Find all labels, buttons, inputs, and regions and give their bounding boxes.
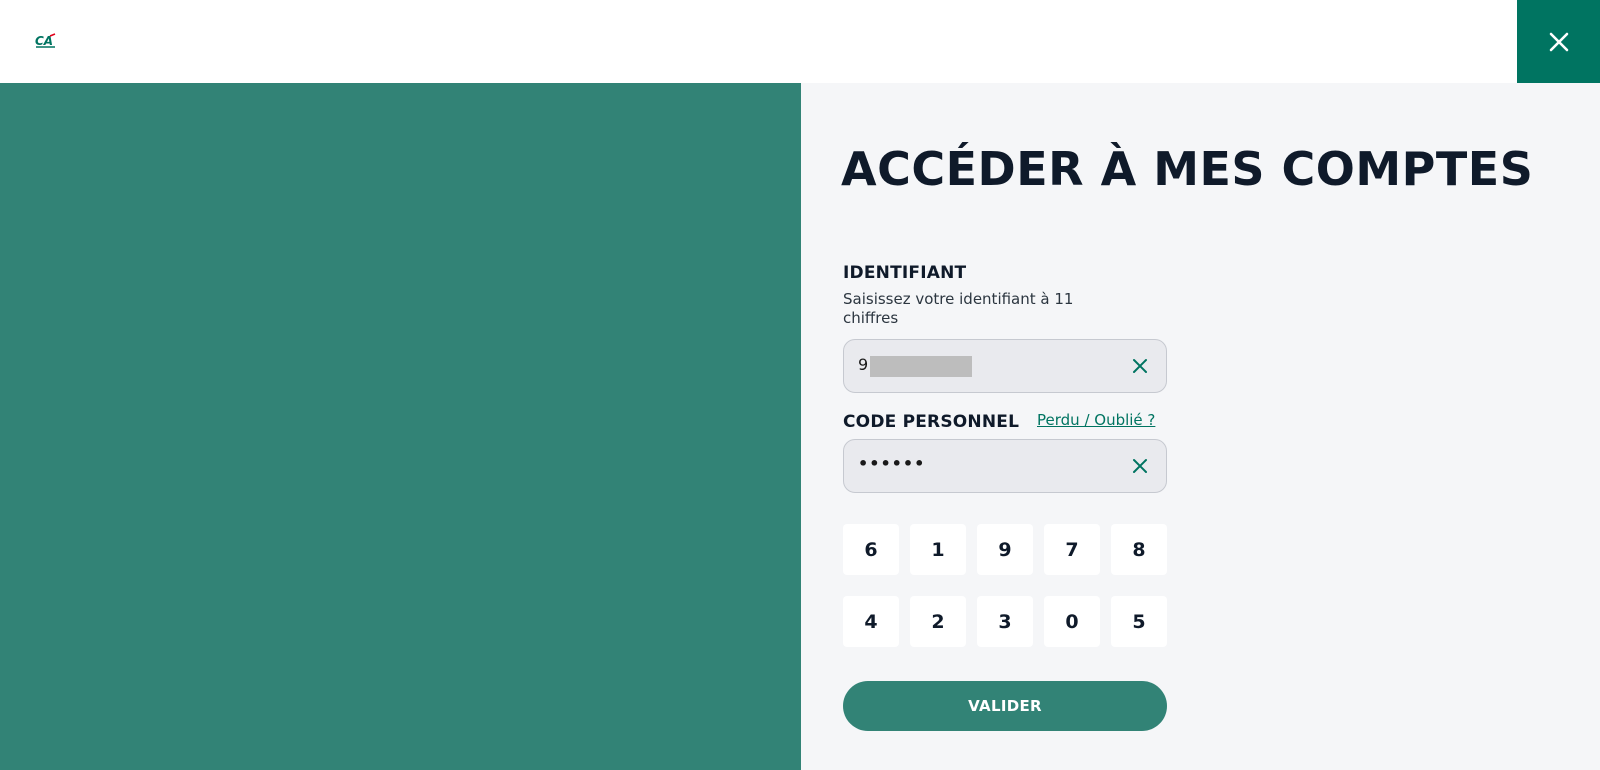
keypad-key[interactable]: 4 (843, 596, 899, 647)
clear-icon (1133, 359, 1147, 373)
keypad-key[interactable]: 5 (1111, 596, 1167, 647)
code-clear-button[interactable] (1130, 456, 1150, 476)
keypad-key[interactable]: 2 (910, 596, 966, 647)
close-button[interactable] (1517, 0, 1600, 83)
identifier-clear-button[interactable] (1130, 356, 1150, 376)
identifier-value: 9 (858, 355, 869, 374)
forgot-code-link[interactable]: Perdu / Oublié ? (1037, 411, 1155, 429)
identifier-redaction (870, 356, 972, 377)
code-label: CODE PERSONNEL (843, 412, 1020, 432)
code-value: •••••• (858, 454, 926, 473)
keypad-key[interactable]: 0 (1044, 596, 1100, 647)
keypad-key[interactable]: 9 (977, 524, 1033, 575)
clear-icon (1133, 459, 1147, 473)
keypad-key[interactable]: 3 (977, 596, 1033, 647)
keypad-key[interactable]: 8 (1111, 524, 1167, 575)
keypad-key[interactable]: 1 (910, 524, 966, 575)
credit-agricole-logo[interactable]: CA (35, 33, 57, 49)
keypad-key[interactable]: 7 (1044, 524, 1100, 575)
identifier-help-text: Saisissez votre identifiant à 11 chiffre… (843, 290, 1074, 327)
keypad-key[interactable]: 6 (843, 524, 899, 575)
decorative-panel (0, 83, 801, 770)
identifier-input[interactable]: 9 (843, 339, 1167, 393)
close-icon (1549, 32, 1568, 51)
code-input[interactable]: •••••• (843, 439, 1167, 493)
top-bar: CA (0, 0, 1600, 83)
submit-button[interactable]: VALIDER (843, 681, 1167, 731)
page-title: ACCÉDER À MES COMPTES (841, 142, 1534, 196)
identifier-label: IDENTIFIANT (843, 263, 967, 283)
